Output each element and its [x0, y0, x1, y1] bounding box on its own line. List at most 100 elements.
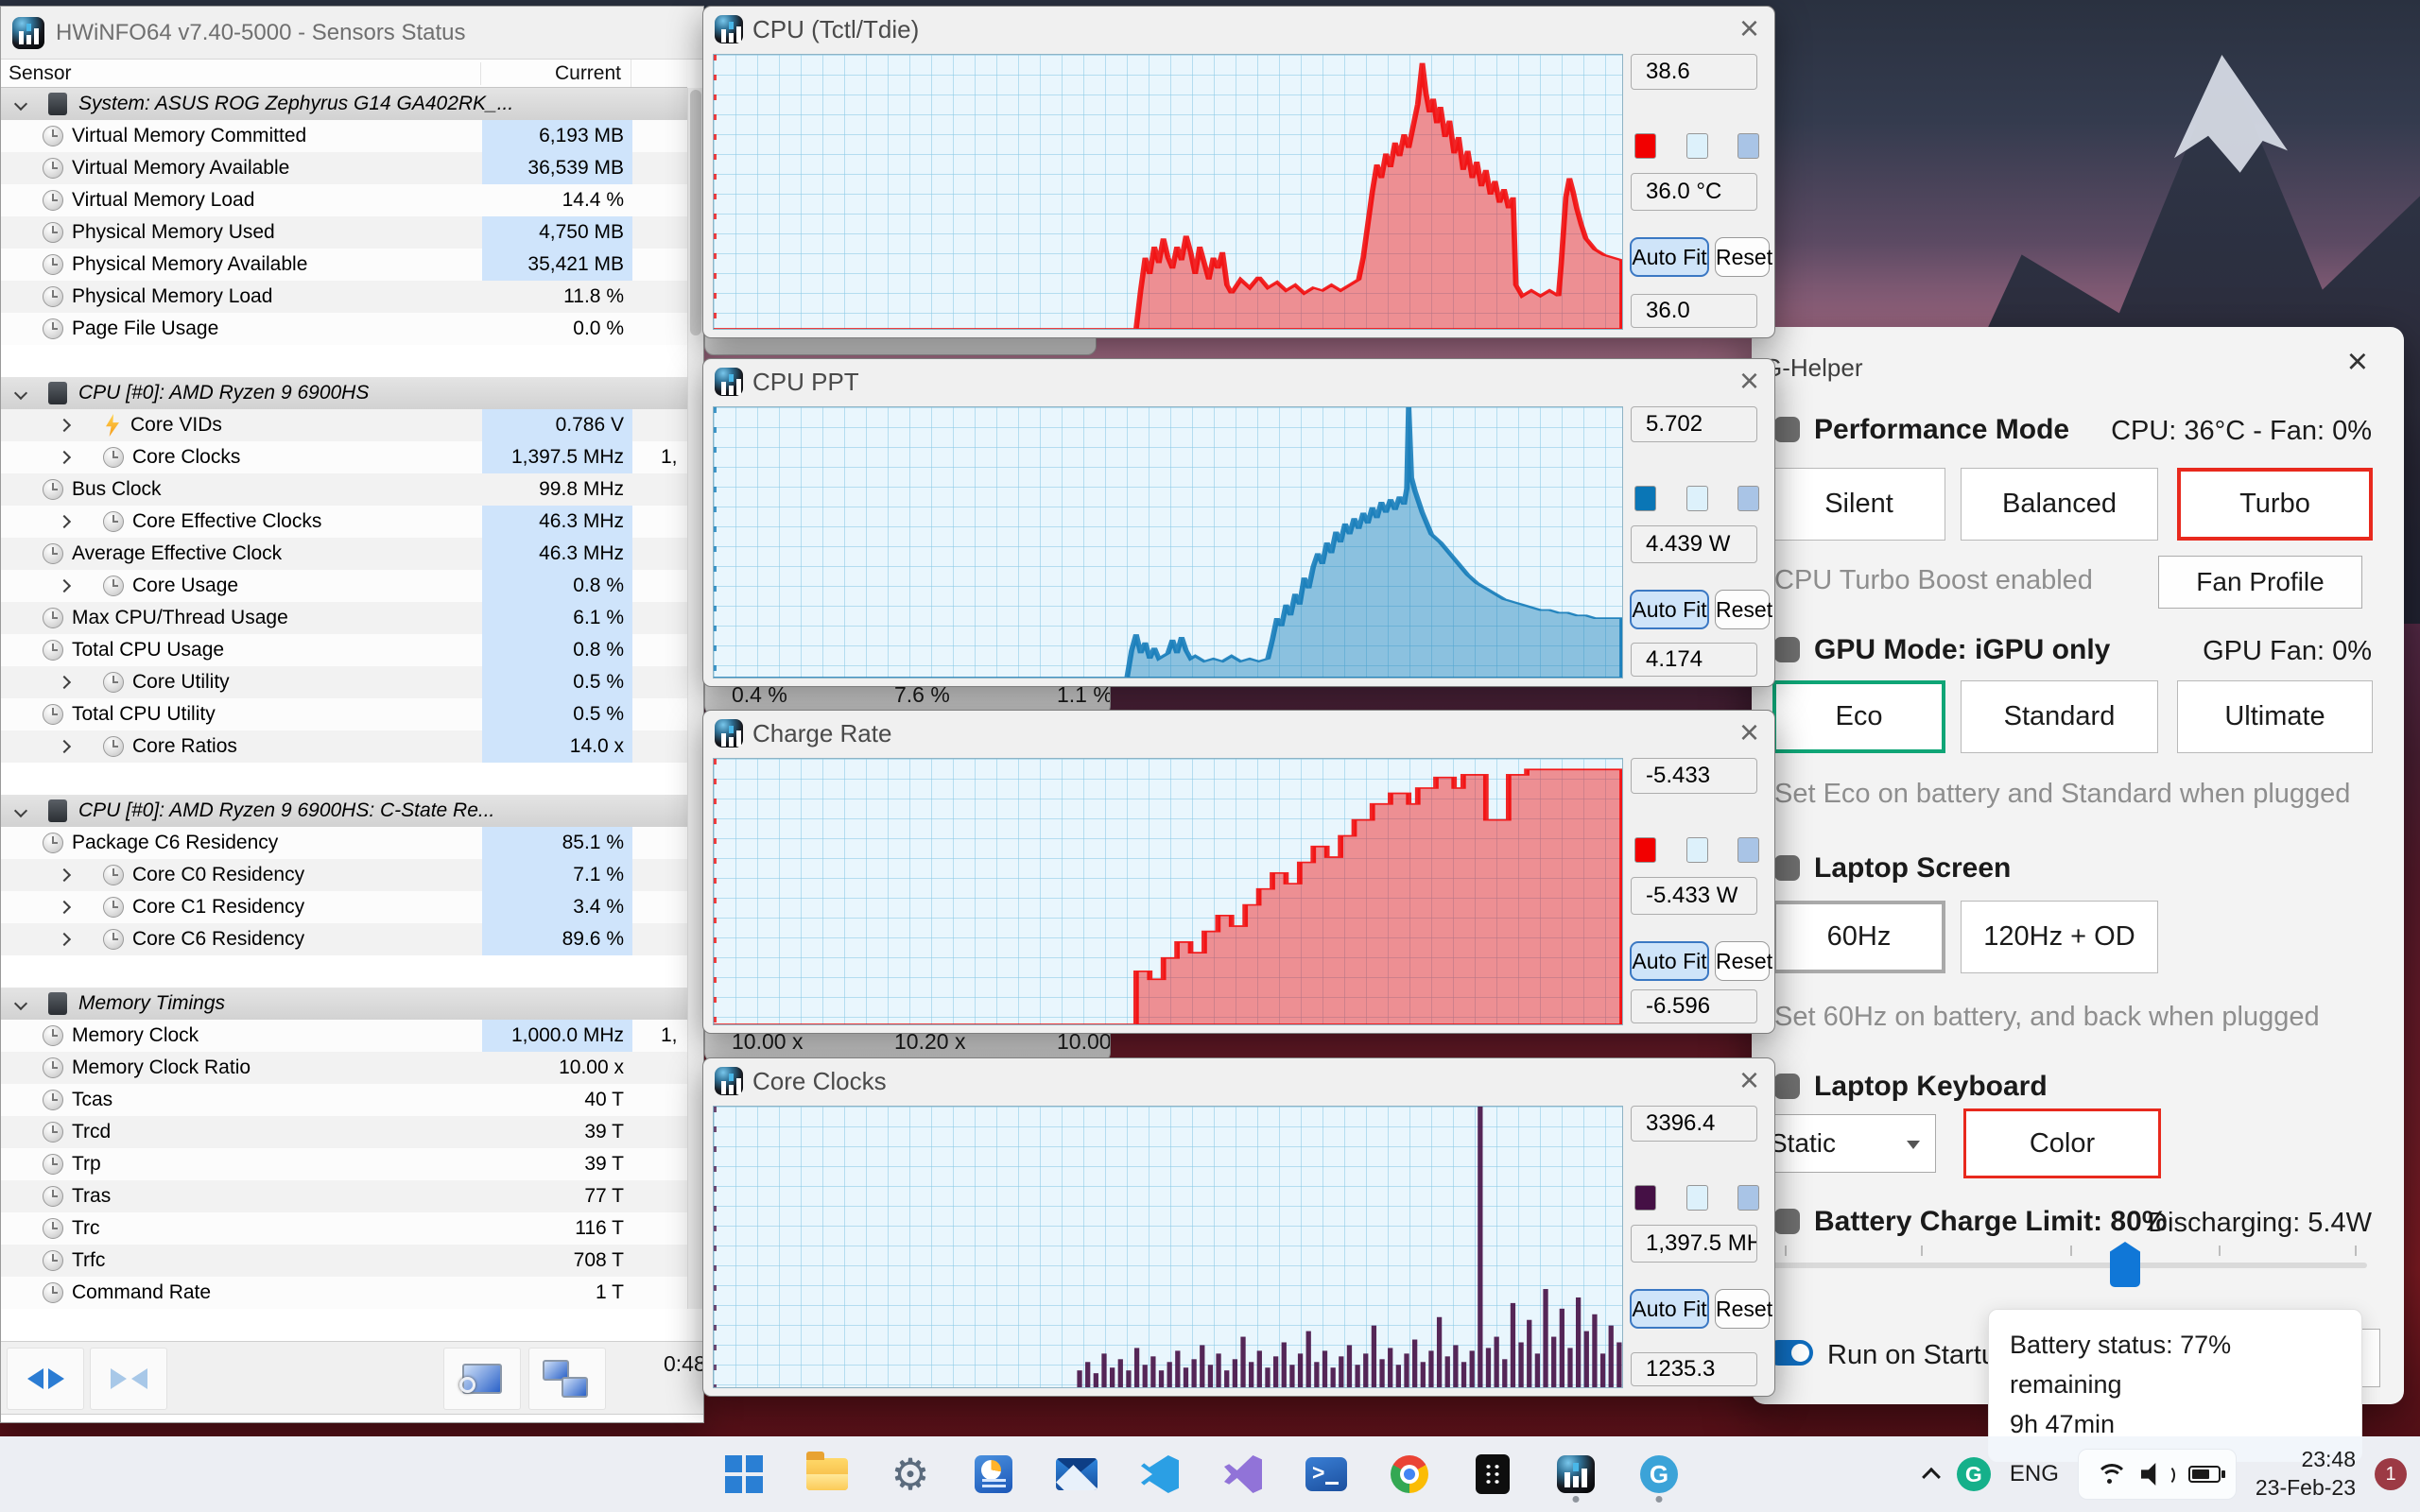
reset-button[interactable]: Reset: [1715, 1289, 1772, 1329]
table-row[interactable]: Trcd 39 T: [1, 1116, 689, 1148]
taskbar-item-chrome[interactable]: [1379, 1444, 1440, 1504]
graph-titlebar[interactable]: Core Clocks ×: [703, 1058, 1774, 1104]
taskbar-item-vscode[interactable]: [1130, 1444, 1190, 1504]
table-row[interactable]: Tcas 40 T: [1, 1084, 689, 1116]
expand-columns-button[interactable]: [7, 1348, 84, 1410]
battery-limit-slider-track[interactable]: [1772, 1263, 2367, 1268]
table-row[interactable]: Memory Clock 1,000.0 MHz 1,: [1, 1020, 689, 1052]
reset-button[interactable]: Reset: [1715, 237, 1772, 277]
table-row[interactable]: Virtual Memory Load 14.4 %: [1, 184, 689, 216]
vertical-scrollbar[interactable]: [687, 88, 703, 1309]
grid-color-swatch[interactable]: [1737, 1185, 1759, 1211]
reset-button[interactable]: Reset: [1715, 941, 1772, 981]
table-row[interactable]: Total CPU Usage 0.8 %: [1, 634, 689, 666]
battery-limit-slider-handle[interactable]: [2110, 1242, 2140, 1287]
expand-arrow-icon[interactable]: [57, 932, 72, 947]
taskbar-item-ghelper[interactable]: G: [1629, 1444, 1689, 1504]
table-row[interactable]: Memory Clock Ratio 10.00 x: [1, 1052, 689, 1084]
reset-button[interactable]: Reset: [1715, 590, 1772, 629]
table-row[interactable]: Physical Memory Used 4,750 MB: [1, 216, 689, 249]
auto-fit-button[interactable]: Auto Fit: [1630, 590, 1709, 629]
series-color-swatch[interactable]: [1634, 486, 1656, 511]
table-row[interactable]: Trfc 708 T: [1, 1245, 689, 1277]
chevron-down-icon[interactable]: [13, 996, 28, 1011]
auto-fit-button[interactable]: Auto Fit: [1630, 1289, 1709, 1329]
taskbar-item-hwinfo[interactable]: [1546, 1444, 1606, 1504]
table-row[interactable]: Core C1 Residency 3.4 %: [1, 891, 689, 923]
start-button[interactable]: [714, 1444, 774, 1504]
expand-arrow-icon[interactable]: [57, 675, 72, 690]
taskbar-item-mail[interactable]: [1046, 1444, 1107, 1504]
table-row[interactable]: Core Ratios 14.0 x: [1, 730, 689, 763]
silent-button[interactable]: Silent: [1772, 468, 1945, 541]
monitor-zoom-button[interactable]: [443, 1348, 521, 1410]
sensor-section-row[interactable]: CPU [#0]: AMD Ryzen 9 6900HS: [1, 377, 689, 409]
sensor-section-row[interactable]: System: ASUS ROG Zephyrus G14 GA402RK_..…: [1, 88, 689, 120]
table-row[interactable]: Core VIDs 0.786 V: [1, 409, 689, 441]
taskbar-item-task-manager[interactable]: [963, 1444, 1024, 1504]
table-row[interactable]: Physical Memory Available 35,421 MB: [1, 249, 689, 281]
table-row[interactable]: Trp 39 T: [1, 1148, 689, 1180]
column-header-current[interactable]: Current: [480, 61, 631, 85]
sensor-section-row[interactable]: CPU [#0]: AMD Ryzen 9 6900HS: C-State Re…: [1, 795, 689, 827]
taskbar-item-settings[interactable]: ⚙: [880, 1444, 941, 1504]
quick-settings[interactable]: [2077, 1449, 2237, 1500]
table-row[interactable]: Core C6 Residency 89.6 %: [1, 923, 689, 955]
taskbar-item-powershell[interactable]: [1296, 1444, 1357, 1504]
notification-badge[interactable]: 1: [2375, 1458, 2407, 1490]
table-row[interactable]: Core Usage 0.8 %: [1, 570, 689, 602]
auto-fit-button[interactable]: Auto Fit: [1630, 941, 1709, 981]
series-color-swatch[interactable]: [1634, 837, 1656, 863]
expand-arrow-icon[interactable]: [57, 450, 72, 465]
background-color-swatch[interactable]: [1685, 486, 1708, 511]
grid-color-swatch[interactable]: [1737, 133, 1759, 159]
balanced-button[interactable]: Balanced: [1961, 468, 2158, 541]
eco-button[interactable]: Eco: [1772, 680, 1945, 753]
graph-titlebar[interactable]: CPU (Tctl/Tdie) ×: [703, 7, 1774, 52]
close-icon[interactable]: ×: [2347, 342, 2368, 383]
series-color-swatch[interactable]: [1634, 133, 1656, 159]
grid-color-swatch[interactable]: [1737, 837, 1759, 863]
120hz-od-button[interactable]: 120Hz + OD: [1961, 901, 2158, 973]
table-row[interactable]: Command Rate 1 T: [1, 1277, 689, 1309]
ultimate-button[interactable]: Ultimate: [2177, 680, 2373, 753]
table-row[interactable]: Core Utility 0.5 %: [1, 666, 689, 698]
fan-profile-button[interactable]: Fan Profile: [2158, 556, 2362, 609]
table-row[interactable]: Virtual Memory Committed 6,193 MB: [1, 120, 689, 152]
hwinfo-titlebar[interactable]: HWiNFO64 v7.40-5000 - Sensors Status: [1, 7, 703, 60]
expand-arrow-icon[interactable]: [57, 578, 72, 593]
taskbar-item-remote-app[interactable]: [1462, 1444, 1523, 1504]
expand-arrow-icon[interactable]: [57, 418, 72, 433]
sensor-section-row[interactable]: Memory Timings: [1, 988, 689, 1020]
chevron-down-icon[interactable]: [13, 386, 28, 401]
multi-monitor-button[interactable]: [528, 1348, 606, 1410]
taskbar-item-visual-studio[interactable]: [1213, 1444, 1273, 1504]
background-color-swatch[interactable]: [1685, 133, 1708, 159]
color-button[interactable]: Color: [1963, 1108, 2161, 1178]
table-row[interactable]: Max CPU/Thread Usage 6.1 %: [1, 602, 689, 634]
clock[interactable]: 23:48 23-Feb-23: [2256, 1446, 2356, 1503]
table-row[interactable]: Average Effective Clock 46.3 MHz: [1, 538, 689, 570]
taskbar-item-file-explorer[interactable]: [797, 1444, 857, 1504]
table-row[interactable]: Core C0 Residency 7.1 %: [1, 859, 689, 891]
60hz-button[interactable]: 60Hz: [1772, 901, 1945, 973]
tray-chevron-up-icon[interactable]: [1921, 1467, 1941, 1486]
expand-arrow-icon[interactable]: [57, 900, 72, 915]
grid-color-swatch[interactable]: [1737, 486, 1759, 511]
auto-fit-button[interactable]: Auto Fit: [1630, 237, 1709, 277]
graph-titlebar[interactable]: CPU PPT ×: [703, 359, 1774, 404]
chevron-down-icon[interactable]: [13, 803, 28, 818]
table-row[interactable]: Virtual Memory Available 36,539 MB: [1, 152, 689, 184]
table-row[interactable]: Core Clocks 1,397.5 MHz 1,: [1, 441, 689, 473]
chevron-down-icon[interactable]: [13, 96, 28, 112]
collapse-columns-button[interactable]: [90, 1348, 167, 1410]
keyboard-mode-dropdown[interactable]: Static: [1754, 1114, 1936, 1173]
graph-titlebar[interactable]: Charge Rate ×: [703, 711, 1774, 756]
table-row[interactable]: Total CPU Utility 0.5 %: [1, 698, 689, 730]
table-row[interactable]: Tras 77 T: [1, 1180, 689, 1212]
table-row[interactable]: Core Effective Clocks 46.3 MHz: [1, 506, 689, 538]
turbo-button[interactable]: Turbo: [2177, 468, 2373, 541]
language-indicator[interactable]: ENG: [2010, 1461, 2059, 1487]
expand-arrow-icon[interactable]: [57, 514, 72, 529]
standard-button[interactable]: Standard: [1961, 680, 2158, 753]
